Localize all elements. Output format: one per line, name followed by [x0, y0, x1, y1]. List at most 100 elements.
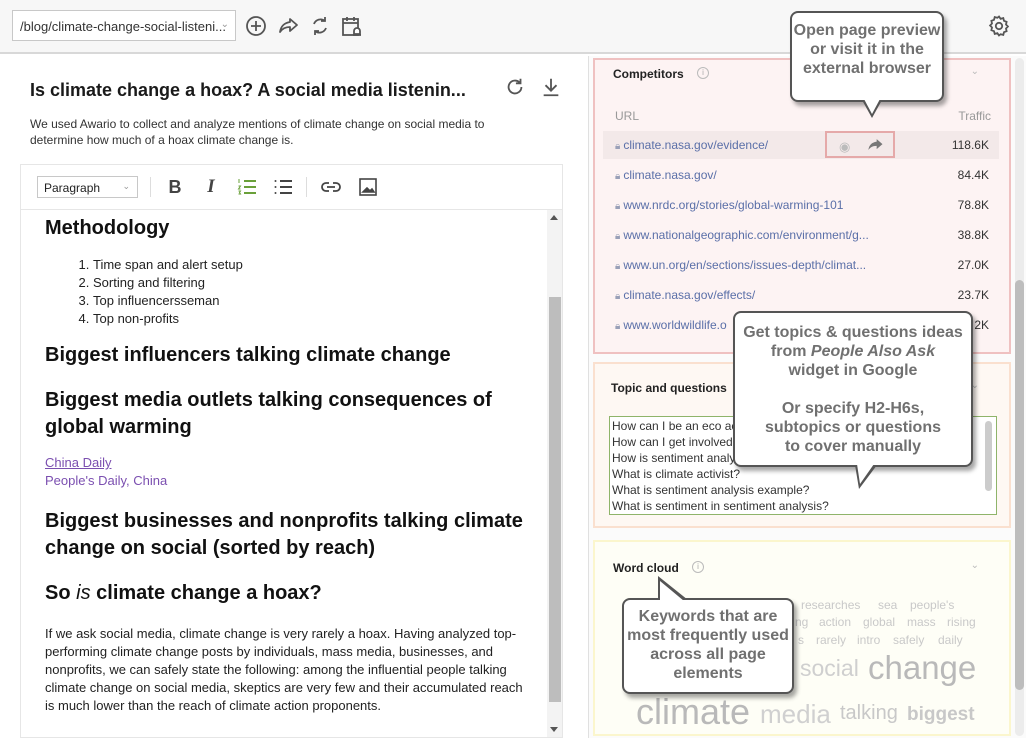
word: daily [938, 633, 963, 647]
calendar-alert-icon[interactable] [340, 14, 364, 38]
lock-icon: 🔒︎ [615, 321, 621, 332]
link-peoples-daily[interactable]: People's Daily, China [45, 472, 546, 490]
heading-influencers: Biggest influencers talking climate chan… [45, 344, 451, 366]
competitor-traffic: 2K [974, 318, 989, 332]
scroll-up-arrow-icon[interactable] [550, 215, 558, 220]
competitor-url-text: climate.nasa.gov/effects/ [623, 288, 756, 302]
info-icon[interactable]: i [692, 561, 704, 573]
callout-preview: Open page preview or visit it in the ext… [790, 11, 944, 118]
editor-scrollbar[interactable] [547, 210, 562, 737]
methodology-list: Time span and alert setup Sorting and fi… [69, 256, 546, 328]
competitor-url[interactable]: 🔒︎ climate.nasa.gov/effects/ [615, 288, 755, 302]
callout-keywords-text: Keywords that are most frequently used a… [627, 608, 789, 682]
word: rising [947, 615, 976, 629]
lock-icon: 🔒︎ [615, 171, 621, 182]
word: rarely [816, 633, 847, 647]
lock-icon: 🔒︎ [615, 231, 621, 242]
conclusion-paragraph: If we ask social media, climate change i… [45, 626, 523, 713]
callout-topics-line: from People Also Ask [735, 342, 971, 361]
refresh-icon[interactable] [504, 76, 526, 98]
row-actions: ◉ [825, 131, 895, 158]
bold-icon[interactable]: B [164, 176, 186, 198]
competitor-row[interactable]: 🔒︎ www.un.org/en/sections/issues-depth/cl… [603, 251, 999, 279]
competitor-url[interactable]: 🔒︎ climate.nasa.gov/ [615, 168, 717, 182]
eye-icon[interactable]: ◉ [839, 139, 850, 155]
editor-content[interactable]: Methodology Time span and alert setup So… [21, 210, 546, 737]
competitor-traffic: 27.0K [957, 258, 989, 272]
add-circle-icon[interactable] [244, 14, 268, 38]
format-select-value: Paragraph [44, 181, 101, 195]
competitor-url[interactable]: 🔒︎ www.nationalgeographic.com/environment… [615, 228, 869, 242]
word: ng [795, 615, 809, 629]
column-header-url: URL [615, 109, 640, 123]
lock-icon: 🔒︎ [615, 291, 621, 302]
download-icon[interactable] [540, 76, 562, 98]
lock-icon: 🔒︎ [615, 261, 621, 272]
toolbar-divider [150, 177, 151, 197]
sync-icon[interactable] [308, 14, 332, 38]
share-icon[interactable] [865, 135, 885, 155]
chevron-down-icon[interactable]: ⌄ [971, 66, 979, 77]
competitor-url-text: climate.nasa.gov/evidence/ [623, 138, 769, 152]
rich-text-editor: Paragraph ⌄ B I Methodology Time sp [20, 164, 563, 738]
format-select[interactable]: Paragraph ⌄ [37, 176, 138, 198]
textarea-scrollbar[interactable] [985, 421, 992, 491]
lock-icon: 🔒︎ [615, 141, 621, 152]
chevron-down-icon[interactable]: ⌄ [971, 560, 979, 571]
competitor-row[interactable]: 🔒︎ climate.nasa.gov/effects/ 23.7K [603, 281, 999, 309]
competitor-url[interactable]: 🔒︎ www.worldwildlife.o [615, 318, 727, 332]
numbered-list-icon[interactable] [236, 176, 258, 198]
word: biggest [907, 704, 975, 725]
column-header-traffic: Traffic [958, 109, 991, 123]
competitor-url-text: www.nrdc.org/stories/global-warming-101 [623, 198, 844, 212]
page-url-value: /blog/climate-change-social-listeni... [20, 19, 226, 34]
scrollbar-thumb[interactable] [1015, 280, 1024, 690]
callout-topics: Get topics & questions ideas from People… [733, 311, 973, 489]
competitor-traffic: 23.7K [957, 288, 989, 302]
share-icon[interactable] [276, 14, 300, 38]
competitor-url[interactable]: 🔒︎ www.nrdc.org/stories/global-warming-10… [615, 198, 843, 212]
heading-hoax-post: climate change a hoax? [90, 582, 322, 604]
competitor-row[interactable]: 🔒︎ climate.nasa.gov/evidence/ ◉ 118.6K [603, 131, 999, 159]
word: people's [910, 598, 955, 612]
word: sea [878, 598, 898, 612]
heading-media-outlets: Biggest media outlets talking consequenc… [45, 389, 492, 438]
link-china-daily[interactable]: China Daily [45, 454, 546, 472]
callout-tail-fill [857, 464, 874, 484]
callout-topics-line: to cover manually [784, 438, 922, 455]
competitor-url-text: www.nationalgeographic.com/environment/g… [623, 228, 869, 242]
lock-icon: 🔒︎ [615, 201, 621, 212]
toolbar-divider [306, 177, 307, 197]
word: mass [907, 615, 936, 629]
word: media [760, 699, 831, 729]
competitor-row[interactable]: 🔒︎ climate.nasa.gov/ 84.4K [603, 161, 999, 189]
question-item: What is sentiment analysis example? [612, 483, 810, 497]
bulleted-list-icon[interactable] [272, 176, 294, 198]
callout-topics-line: Or specify H2-H6s, [781, 400, 925, 417]
scroll-down-arrow-icon[interactable] [550, 727, 558, 732]
word: climate [636, 691, 751, 732]
competitor-url-text: www.worldwildlife.o [623, 318, 727, 332]
competitor-url-text: www.un.org/en/sections/issues-depth/clim… [623, 258, 867, 272]
list-item: Sorting and filtering [93, 274, 546, 292]
heading-hoax: So is climate change a hoax? [45, 580, 546, 607]
italic-icon[interactable]: I [200, 176, 222, 198]
link-icon[interactable] [320, 176, 342, 198]
competitor-row[interactable]: 🔒︎ www.nationalgeographic.com/environment… [603, 221, 999, 249]
callout-topics-text: from [770, 343, 811, 360]
word: safely [893, 633, 925, 647]
competitor-url[interactable]: 🔒︎ climate.nasa.gov/evidence/ [615, 138, 768, 152]
word: global [863, 615, 896, 629]
question-item: What is sentiment in sentiment analysis? [612, 499, 829, 513]
document-pane: Is climate change a hoax? A social media… [0, 56, 588, 738]
list-item: Top non-profits [93, 310, 546, 328]
image-icon[interactable] [357, 176, 379, 198]
document-description: We used Awario to collect and analyze me… [30, 117, 485, 147]
competitor-row[interactable]: 🔒︎ www.nrdc.org/stories/global-warming-10… [603, 191, 999, 219]
competitor-url[interactable]: 🔒︎ www.un.org/en/sections/issues-depth/cl… [615, 258, 866, 272]
gear-icon[interactable] [987, 14, 1011, 38]
info-icon[interactable]: i [697, 67, 709, 79]
page-url-select[interactable]: /blog/climate-change-social-listeni... ⌄ [12, 10, 236, 41]
sidebar-scrollbar[interactable] [1015, 58, 1024, 736]
scrollbar-thumb[interactable] [549, 297, 561, 702]
